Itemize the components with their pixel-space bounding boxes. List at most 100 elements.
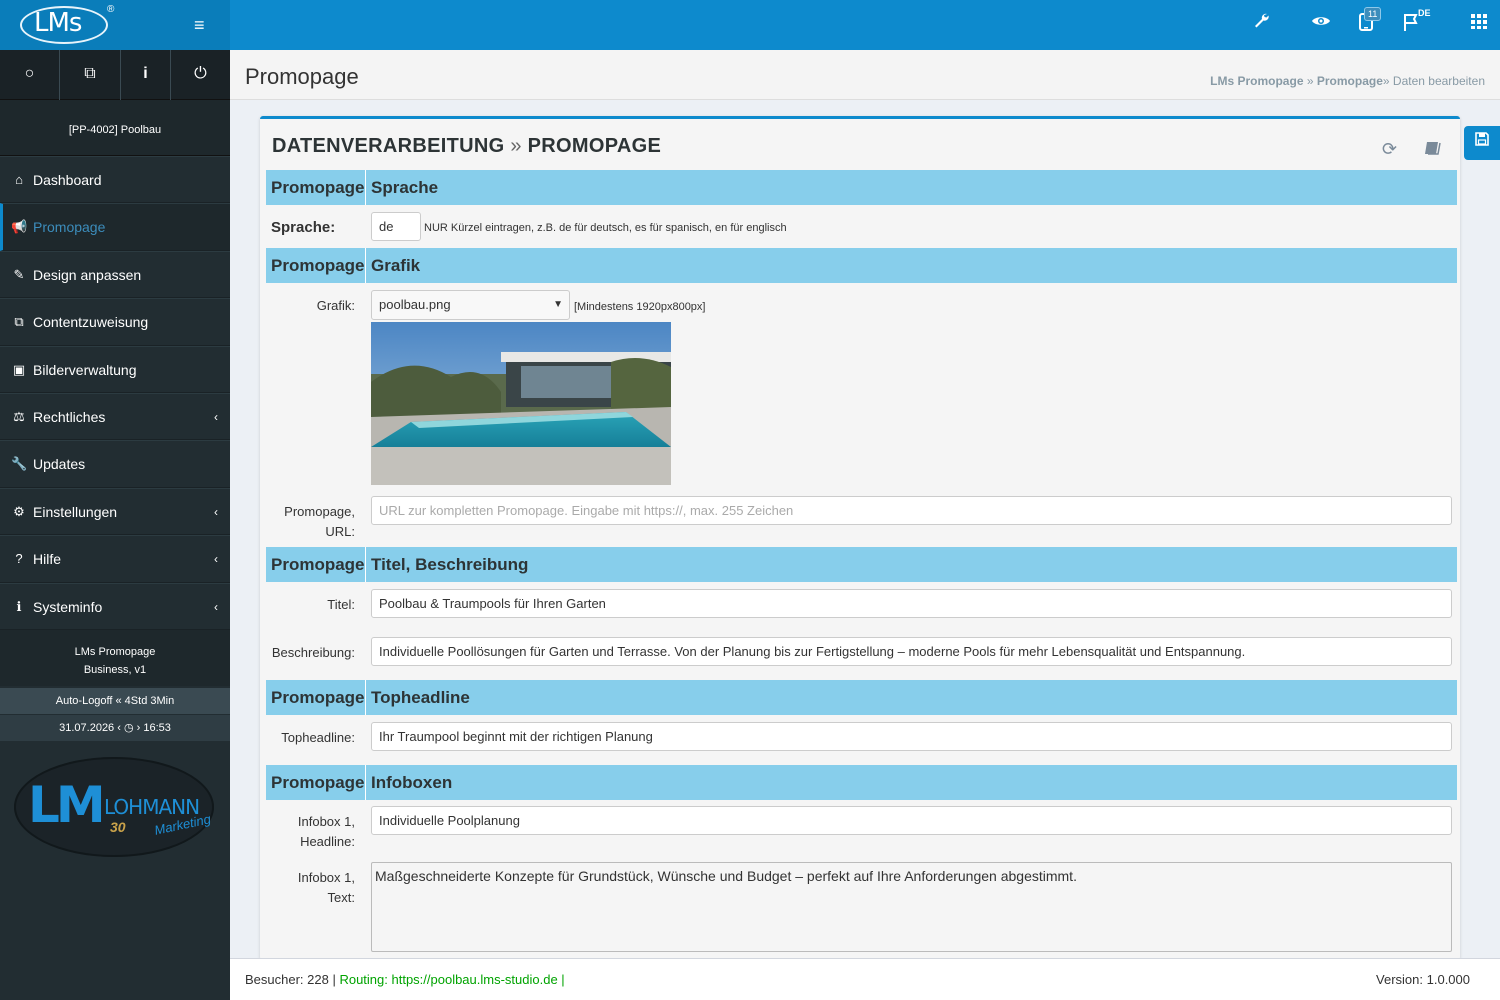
gavel-icon: ⚖ [13, 408, 25, 424]
product-version: LMs Promopage Business, v1 [0, 630, 230, 686]
visitor-count: Besucher: 228 | [245, 972, 336, 987]
section-label: Promopage [266, 248, 366, 283]
quick-actions: ○ ⧉ i ⏻ [0, 50, 230, 100]
auto-logoff: Auto-Logoff « 4Std 3Min [0, 688, 230, 714]
external-link-icon: ⧉ [14, 314, 24, 330]
image-icon: ▣ [12, 361, 26, 377]
titel-label: Titel: [327, 597, 355, 612]
copy-button[interactable]: ⧉ [60, 50, 121, 100]
wrench-icon: 🔧 [11, 456, 28, 472]
panel-title-separator: » [510, 135, 522, 157]
sidebar-item-systeminfo[interactable]: ℹ Systeminfo ‹ [0, 582, 230, 630]
beschreibung-input[interactable]: Individuelle Poollösungen für Garten und… [371, 637, 1452, 666]
sidebar-item-rechtliches[interactable]: ⚖ Rechtliches ‹ [0, 392, 230, 441]
sidebar-item-label: Updates [33, 456, 86, 473]
wrench-icon[interactable] [1252, 12, 1270, 36]
logo-registered-mark: ® [107, 4, 115, 15]
sidebar-item-dashboard[interactable]: ⌂ Dashboard [0, 156, 230, 204]
section-title: Topheadline [371, 688, 470, 707]
breadcrumb-separator: » [1382, 74, 1390, 88]
section-topheadline: Promopage Topheadline [266, 680, 1457, 715]
sprache-note: NUR Kürzel eintragen, z.B. de für deutsc… [424, 222, 787, 234]
section-sprache: Promopage Sprache [266, 170, 1457, 205]
chevron-left-icon: ‹ [214, 504, 218, 519]
infobox1-headline-label: Infobox 1, Headline: [297, 814, 355, 849]
refresh-button[interactable]: ○ [0, 50, 60, 100]
product-edition: Business, v1 [83, 664, 147, 676]
sidebar-item-contentzuweisung[interactable]: ⧉ Contentzuweisung [0, 298, 230, 346]
sidebar: ○ ⧉ i ⏻ [PP-4002] Poolbau ⌂ Dashboard 📢 Pro… [0, 50, 230, 1000]
section-label: Promopage [266, 170, 366, 205]
routing-link[interactable]: Routing: https://poolbau.lms-studio.de | [339, 972, 564, 987]
url-input[interactable]: URL zur kompletten Promopage. Eingabe mi… [371, 496, 1452, 525]
home-icon: ⌂ [15, 172, 23, 187]
top-navbar: LMs ® ≡ 11 DE [0, 0, 1500, 50]
section-title: Titel, Beschreibung [371, 555, 529, 574]
breadcrumb-lms-promopage[interactable]: LMs Promopage [1210, 74, 1303, 88]
language-label: DE [1418, 8, 1431, 18]
sidebar-item-updates[interactable]: 🔧 Updates [0, 440, 230, 488]
grafik-selected: poolbau.png [379, 297, 451, 312]
sidebar-item-design-anpassen[interactable]: ✎ Design anpassen [0, 250, 230, 299]
topheadline-input[interactable]: Ihr Traumpool beginnt mit der richtigen … [371, 722, 1452, 751]
section-grafik: Promopage Grafik [266, 248, 1457, 283]
infobox1-text-label: Infobox 1, Text: [297, 870, 355, 905]
topheadline-label: Topheadline: [281, 730, 355, 745]
breadcrumb: LMs Promopage » Promopage» Daten bearbei… [1210, 74, 1485, 88]
sidebar-item-label: Bilderverwaltung [33, 361, 137, 378]
sidebar-item-label: Dashboard [33, 172, 102, 188]
section-label: Promopage [266, 680, 366, 715]
breadcrumb-current: Daten bearbeiten [1392, 74, 1485, 88]
infobox1-text-textarea[interactable]: Maßgeschneiderte Konzepte für Grundstück… [371, 862, 1452, 952]
gears-icon: ⚙ [13, 503, 25, 519]
sprache-input[interactable]: de [371, 212, 421, 241]
panel-title-main: DATENVERARBEITUNG [272, 135, 505, 157]
app-version: Version: 1.0.000 [1376, 972, 1470, 987]
sidebar-item-label: Hilfe [33, 551, 62, 568]
sidebar-item-label: Promopage [33, 219, 106, 236]
book-icon[interactable] [1424, 139, 1442, 162]
power-icon: ⏻ [194, 65, 207, 82]
eye-icon[interactable] [1311, 12, 1331, 36]
sidebar-item-label: Systeminfo [33, 598, 103, 615]
logo-text: LMs [34, 8, 82, 38]
edit-panel: DATENVERARBEITUNG » PROMOPAGE ⟳ Promopag… [260, 116, 1460, 960]
footer: Besucher: 228 | Routing: https://poolbau… [230, 958, 1500, 1000]
infobox1-headline-input[interactable]: Individuelle Poolplanung [371, 806, 1452, 835]
sidebar-nav: ⌂ Dashboard 📢 Promopage ✎ Design anpassen ⧉ Con… [0, 156, 230, 630]
client-name: [PP-4002] Poolbau [0, 100, 230, 156]
beschreibung-label: Beschreibung: [271, 645, 355, 660]
sidebar-item-label: Contentzuweisung [33, 314, 149, 331]
save-button[interactable] [1464, 126, 1500, 160]
footer-left: Besucher: 228 | Routing: https://poolbau… [245, 959, 565, 1000]
panel-title-sub: PROMOPAGE [527, 135, 662, 157]
grafik-note: [Mindestens 1920px800px] [574, 301, 706, 313]
chevron-down-icon: ▼ [553, 299, 563, 310]
product-name: LMs Promopage [74, 646, 156, 658]
breadcrumb-promopage[interactable]: Promopage [1317, 74, 1383, 88]
titel-input[interactable]: Poolbau & Traumpools für Ihren Garten [371, 589, 1452, 618]
sidebar-item-hilfe[interactable]: ? Hilfe ‹ [0, 535, 230, 583]
grafik-select[interactable]: poolbau.png ▼ [371, 290, 570, 320]
sidebar-item-einstellungen[interactable]: ⚙ Einstellungen ‹ [0, 487, 230, 536]
reload-icon[interactable]: ⟳ [1382, 139, 1397, 160]
breadcrumb-separator: » [1306, 74, 1314, 88]
chevron-left-icon: ‹ [214, 409, 218, 424]
sidebar-item-bilderverwaltung[interactable]: ▣ Bilderverwaltung [0, 345, 230, 393]
refresh-icon: ○ [24, 65, 35, 82]
power-button[interactable]: ⏻ [171, 50, 230, 100]
url-label: Promopage, URL: [284, 504, 355, 539]
megaphone-icon: 📢 [11, 219, 28, 235]
info-button[interactable]: i [121, 50, 171, 100]
sidebar-item-label: Rechtliches [33, 408, 106, 425]
grid-apps-icon[interactable] [1470, 12, 1488, 36]
info-icon: i [143, 65, 148, 82]
menu-toggle-icon[interactable]: ≡ [194, 15, 205, 36]
content-header: Promopage LMs Promopage » Promopage» Dat… [230, 50, 1500, 100]
sprache-label: Sprache: [271, 219, 336, 236]
page-title: Promopage [245, 64, 359, 89]
brand-lm: LM [28, 776, 106, 834]
grafik-preview-image [371, 322, 671, 485]
sidebar-item-promopage[interactable]: 📢 Promopage [0, 203, 230, 251]
copy-icon: ⧉ [84, 65, 96, 82]
